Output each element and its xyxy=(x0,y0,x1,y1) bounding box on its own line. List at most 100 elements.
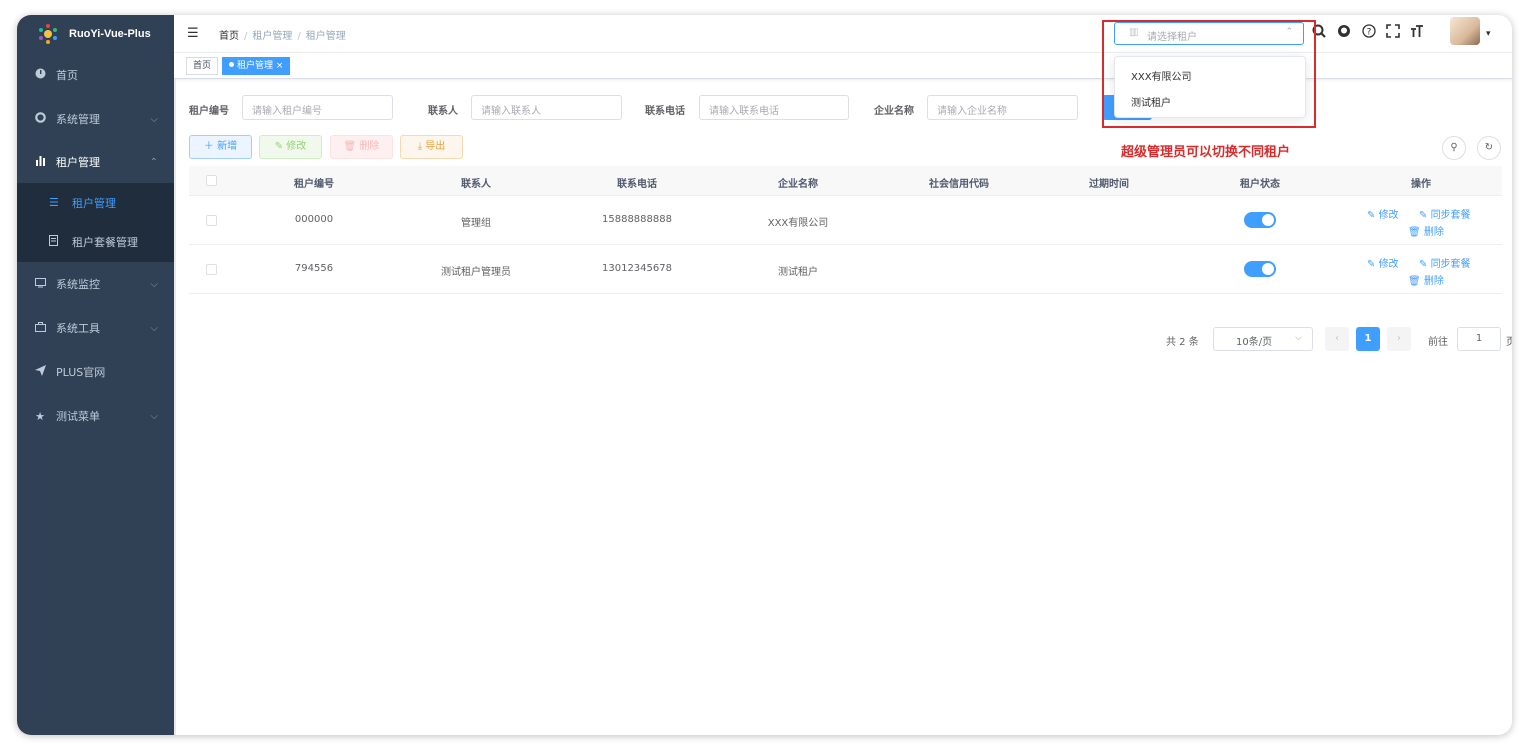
search-icon: ⚲ xyxy=(1450,142,1458,153)
chevron-down-icon: ⌵ xyxy=(150,410,158,422)
jump-page-input[interactable]: 1 xyxy=(1457,327,1501,351)
action-label: 同步套餐 xyxy=(1430,210,1471,221)
dashboard-icon xyxy=(33,68,47,82)
chevron-down-icon: ⌵ xyxy=(150,278,158,290)
row-sync-link[interactable]: ✎ 同步套餐 xyxy=(1419,255,1471,270)
page-number-button[interactable]: 1 xyxy=(1356,327,1380,351)
action-label: 删除 xyxy=(1423,227,1444,238)
row-checkbox[interactable] xyxy=(206,264,217,275)
content-divider xyxy=(174,79,176,735)
sidebar-item-plus-site[interactable]: PLUS官网 xyxy=(17,352,174,392)
add-button[interactable]: ＋ 新增 xyxy=(189,135,252,159)
add-label: 新增 xyxy=(217,141,238,152)
close-icon[interactable]: × xyxy=(276,61,284,71)
column-header: 企业名称 xyxy=(778,179,818,190)
row-checkbox[interactable] xyxy=(206,215,217,226)
column-header: 租户状态 xyxy=(1240,179,1280,190)
row-edit-link[interactable]: ✎ 修改 xyxy=(1367,255,1399,270)
tag-tenant[interactable]: 租户管理 × xyxy=(222,57,291,75)
tenant-id-input[interactable]: 请输入租户编号 xyxy=(242,95,393,120)
select-all-checkbox[interactable] xyxy=(206,175,217,186)
sidebar-item-label: PLUS官网 xyxy=(56,366,106,379)
logo-icon xyxy=(37,23,59,45)
cell-contact: 管理组 xyxy=(461,218,491,229)
sidebar-subitem-tenant[interactable]: ☰ 租户管理 xyxy=(17,183,174,222)
sidebar-item-tenant[interactable]: 租户管理 ⌃ xyxy=(17,142,174,182)
refresh-button[interactable]: ↻ xyxy=(1477,136,1501,160)
annotation-text: 超级管理员可以切换不同租户 xyxy=(1121,145,1291,160)
tag-home[interactable]: 首页 xyxy=(186,57,219,75)
row-delete-link[interactable]: 🗑 删除 xyxy=(1408,272,1444,287)
sidebar-item-home[interactable]: 首页 xyxy=(17,55,174,95)
hamburger-icon[interactable]: ☰ xyxy=(187,26,199,41)
label-company: 企业名称 xyxy=(874,106,914,117)
column-header: 操作 xyxy=(1411,179,1431,190)
svg-text:?: ? xyxy=(1367,28,1372,38)
toggle-search-button[interactable]: ⚲ xyxy=(1442,136,1466,160)
send-icon xyxy=(33,365,47,379)
sidebar-item-tools[interactable]: 系统工具 ⌵ xyxy=(17,308,174,348)
cell-company: XXX有限公司 xyxy=(767,218,829,229)
status-switch[interactable] xyxy=(1244,261,1276,277)
action-label: 同步套餐 xyxy=(1430,259,1471,270)
chart-icon xyxy=(33,155,47,169)
company-input[interactable]: 请输入企业名称 xyxy=(927,95,1078,120)
star-icon: ★ xyxy=(35,409,45,423)
sidebar-item-label: 系统监控 xyxy=(56,278,100,291)
github-icon[interactable] xyxy=(1337,24,1351,42)
question-icon[interactable]: ? xyxy=(1362,24,1376,42)
next-page-button[interactable]: › xyxy=(1387,327,1411,351)
delete-button[interactable]: 🗑 删除 xyxy=(330,135,393,159)
sidebar-item-system[interactable]: 系统管理 ⌵ xyxy=(17,99,174,139)
export-button[interactable]: ⤓ 导出 xyxy=(400,135,463,159)
cell-tenant-id: 794556 xyxy=(294,263,334,274)
row-edit-link[interactable]: ✎ 修改 xyxy=(1367,206,1399,221)
chevron-up-icon: ⌃ xyxy=(149,156,158,168)
cell-company: 测试租户 xyxy=(778,267,818,278)
action-label: 修改 xyxy=(1378,259,1399,270)
row-sync-link[interactable]: ✎ 同步套餐 xyxy=(1419,206,1471,221)
gear-icon xyxy=(33,112,47,126)
page-size-select[interactable]: 10条/页 ⌵ xyxy=(1213,327,1313,351)
breadcrumb-item: 租户管理 xyxy=(252,31,293,42)
jump-label: 前往 xyxy=(1428,337,1448,348)
label-phone: 联系电话 xyxy=(645,106,685,117)
breadcrumb: 首页 / 租户管理 / 租户管理 xyxy=(219,31,346,42)
toolbox-icon xyxy=(33,321,47,335)
column-header: 联系人 xyxy=(461,179,491,190)
sidebar: RuoYi-Vue-Plus 首页 系统管理 ⌵ 租户管理 ⌃ ☰ 租户管理 租… xyxy=(17,15,174,735)
logo[interactable]: RuoYi-Vue-Plus xyxy=(17,15,174,53)
table-row: 000000 管理组 15888888888 XXX有限公司 ✎ 修改 ✎ 同步… xyxy=(189,196,1502,245)
sidebar-item-label: 租户套餐管理 xyxy=(72,235,138,249)
sidebar-item-label: 系统管理 xyxy=(56,113,100,126)
highlight-box xyxy=(1102,20,1316,128)
sidebar-item-label: 首页 xyxy=(56,69,78,82)
avatar[interactable] xyxy=(1450,17,1480,45)
tenant-submenu: ☰ 租户管理 租户套餐管理 xyxy=(17,183,174,262)
trash-icon: 🗑 xyxy=(343,141,357,152)
page-size-value: 10条/页 xyxy=(1236,337,1273,348)
contact-input[interactable]: 请输入联系人 xyxy=(471,95,622,120)
sidebar-item-test-menu[interactable]: ★ 测试菜单 ⌵ xyxy=(17,396,174,436)
package-icon xyxy=(49,234,63,249)
row-delete-link[interactable]: 🗑 删除 xyxy=(1408,223,1444,238)
app-title: RuoYi-Vue-Plus xyxy=(69,28,151,40)
chevron-down-icon: ⌵ xyxy=(1295,333,1302,343)
phone-input[interactable]: 请输入联系电话 xyxy=(699,95,849,120)
font-size-icon[interactable] xyxy=(1410,24,1424,42)
sidebar-item-monitor[interactable]: 系统监控 ⌵ xyxy=(17,264,174,304)
download-icon: ⤓ xyxy=(417,141,423,152)
action-label: 删除 xyxy=(1423,276,1444,287)
prev-page-button[interactable]: ‹ xyxy=(1325,327,1349,351)
list-icon: ☰ xyxy=(49,196,59,209)
status-switch[interactable] xyxy=(1244,212,1276,228)
edit-button[interactable]: ✎ 修改 xyxy=(259,135,322,159)
sidebar-subitem-package[interactable]: 租户套餐管理 xyxy=(17,222,174,261)
breadcrumb-item[interactable]: 首页 xyxy=(219,31,239,42)
action-label: 修改 xyxy=(1378,210,1399,221)
label-contact: 联系人 xyxy=(428,106,458,117)
app-window: RuoYi-Vue-Plus 首页 系统管理 ⌵ 租户管理 ⌃ ☰ 租户管理 租… xyxy=(17,15,1512,735)
fullscreen-icon[interactable] xyxy=(1386,24,1400,42)
caret-down-icon[interactable]: ▾ xyxy=(1486,29,1491,39)
edit-icon: ✎ xyxy=(274,141,284,152)
